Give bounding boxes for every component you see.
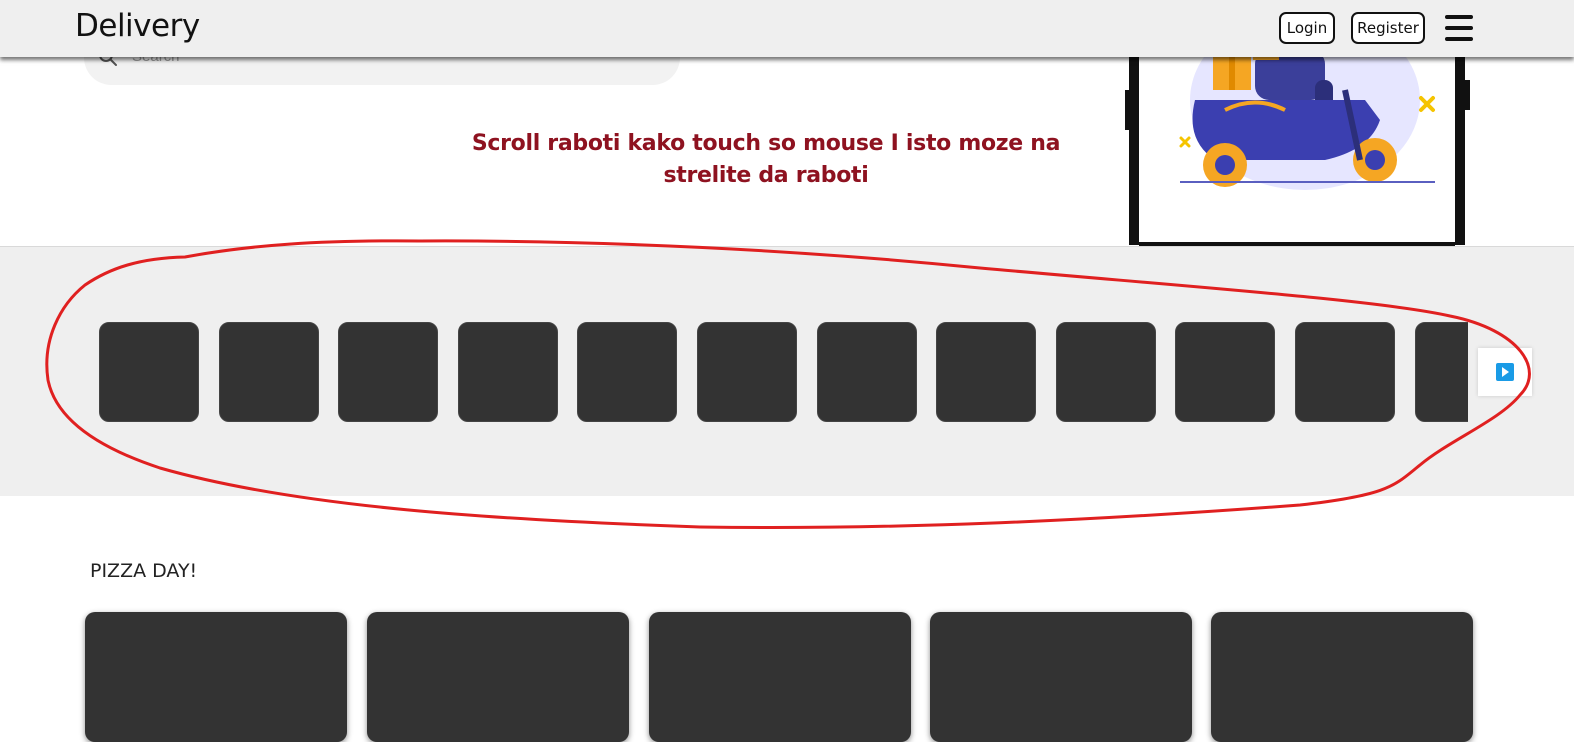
hamburger-menu-icon[interactable] [1445,15,1473,41]
category-tile-track[interactable] [99,322,1468,422]
category-tile[interactable] [1295,322,1395,422]
category-tile[interactable] [697,322,797,422]
category-tile[interactable] [816,322,917,422]
category-tile[interactable] [936,322,1037,422]
category-tile[interactable] [577,322,678,422]
pizza-card[interactable] [1211,612,1473,742]
category-carousel [0,246,1574,496]
pizza-card[interactable] [930,612,1192,742]
category-tile[interactable] [457,322,558,422]
play-arrow-icon [1496,363,1514,381]
category-tile[interactable] [1414,322,1468,422]
hero-message: Scroll raboti kako touch so mouse I isto… [471,131,1061,188]
category-tile[interactable] [99,322,199,422]
category-tile[interactable] [338,322,439,422]
brand-logo[interactable]: Delivery [75,8,200,44]
category-tile[interactable] [218,322,319,422]
category-tile[interactable] [1175,322,1276,422]
pizza-card[interactable] [85,612,347,742]
login-button[interactable]: Login [1279,12,1335,44]
category-tile[interactable] [1055,322,1156,422]
pizza-card[interactable] [649,612,911,742]
register-button[interactable]: Register [1351,12,1425,44]
pizza-card[interactable] [367,612,629,742]
top-navbar: Delivery Login Register [0,0,1574,57]
carousel-next-button[interactable] [1478,348,1532,396]
section-title-pizza-day: PIZZA DAY! [90,560,198,582]
